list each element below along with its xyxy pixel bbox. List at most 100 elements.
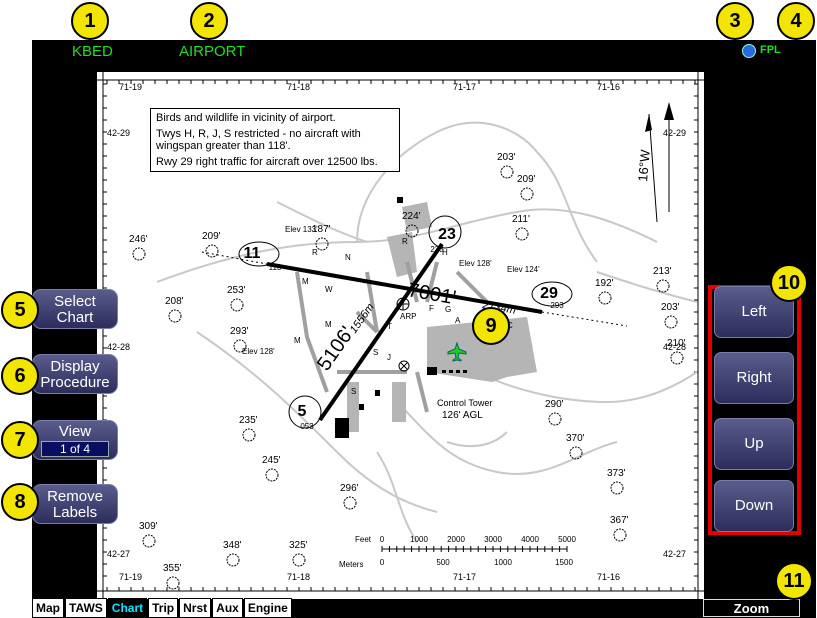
taxiway-letter: S xyxy=(351,387,356,396)
scale-feet-label: Feet xyxy=(355,535,372,544)
runway-end-label: 23 xyxy=(438,226,456,243)
runway-end-label: 11 xyxy=(244,245,261,262)
lon-label-top: 71-18 xyxy=(287,82,310,92)
obstacle-elevation: 213' xyxy=(653,266,672,277)
tab-chart[interactable]: Chart xyxy=(107,598,148,618)
select-chart-button[interactable]: Select Chart xyxy=(32,289,118,329)
elevation-label: Elev 124' xyxy=(507,265,540,274)
tree-icon xyxy=(598,291,612,305)
tab-aux[interactable]: Aux xyxy=(212,598,243,618)
scale-meter-tick: 0 xyxy=(380,558,385,567)
button-label: Procedure xyxy=(40,374,110,391)
obstacle-elevation: 355' xyxy=(163,563,182,574)
scale-meter-tick: 1500 xyxy=(555,558,573,567)
airport-identifier: KBED xyxy=(72,43,113,60)
view-button[interactable]: View 1 of 4 xyxy=(32,420,118,460)
fpl-indicator: FPL xyxy=(760,44,781,56)
obstacle-elevation: 367' xyxy=(610,515,629,526)
taxiway-letter: H xyxy=(442,248,448,257)
tree-icon xyxy=(168,309,182,323)
scale-meter-tick: 1000 xyxy=(494,558,512,567)
taxiway-letter: J xyxy=(387,353,391,362)
note-text: Birds and wildlife in vicinity of airpor… xyxy=(156,112,336,124)
tree-icon xyxy=(233,339,247,353)
control-tower-icon xyxy=(398,360,410,372)
tab-nrst[interactable]: Nrst xyxy=(179,598,212,618)
obstacle-elevation: 192' xyxy=(595,278,614,289)
tab-taws[interactable]: TAWS xyxy=(65,598,107,618)
callout-badge: 10 xyxy=(770,264,808,302)
obstacle-elevation: 348' xyxy=(223,540,242,551)
callout-badge: 1 xyxy=(71,2,109,40)
scale-meter-tick: 500 xyxy=(436,558,450,567)
lon-label-top: 71-19 xyxy=(119,82,142,92)
obstacle-elevation: 245' xyxy=(262,455,281,466)
scale-feet-tick: 0 xyxy=(380,535,385,544)
tree-icon xyxy=(166,576,180,590)
runway-end-label: 29 xyxy=(540,285,558,302)
note-text: Rwy 29 right traffic for aircraft over 1… xyxy=(156,156,378,168)
scale-feet-tick: 2000 xyxy=(447,535,465,544)
pan-right-button[interactable]: Right xyxy=(714,352,794,404)
control-tower-height: 126' AGL xyxy=(442,410,483,421)
control-tower-label: Control Tower xyxy=(437,398,492,408)
obstacle-elevation: 209' xyxy=(517,174,536,185)
runway-length-meters: 1556m xyxy=(348,301,377,335)
lat-label-left: 42-27 xyxy=(107,549,130,559)
obstacle-elevation: 370' xyxy=(566,433,585,444)
obstacle-elevation: 187' xyxy=(312,224,331,235)
remove-labels-button[interactable]: Remove Labels xyxy=(32,484,118,524)
tab-trip[interactable]: Trip xyxy=(148,598,179,618)
display-procedure-button[interactable]: Display Procedure xyxy=(32,354,118,394)
taxiway-letter: N xyxy=(345,253,351,262)
taxiway-letter: M xyxy=(325,320,332,329)
elevation-label: Elev 128' xyxy=(459,259,492,268)
tab-engine[interactable]: Engine xyxy=(243,598,292,618)
arp-icon xyxy=(396,297,410,311)
scale-feet-tick: 4000 xyxy=(521,535,539,544)
callout-badge: 11 xyxy=(775,562,813,600)
obstacle-elevation: 325' xyxy=(289,540,308,551)
taxiway-letter: R xyxy=(402,237,408,246)
taxiway-letter: ARP xyxy=(400,312,416,321)
obstacle-elevation: 290' xyxy=(545,399,564,410)
tree-icon xyxy=(613,528,627,542)
callout-badge: 7 xyxy=(1,421,39,459)
scale-feet-tick: 5000 xyxy=(558,535,576,544)
tree-icon xyxy=(656,279,670,293)
obstacle-elevation: 211' xyxy=(512,214,530,225)
button-label: Remove xyxy=(47,488,103,505)
pan-down-button[interactable]: Down xyxy=(714,480,794,532)
lon-label-bottom: 71-18 xyxy=(287,572,310,582)
page-title: AIRPORT xyxy=(179,43,246,60)
button-label: Chart xyxy=(56,309,94,326)
lon-label-top: 71-16 xyxy=(597,82,620,92)
callout-badge: 8 xyxy=(1,483,39,521)
elevation-label: Elev 128' xyxy=(242,347,275,356)
taxiway-letter: G xyxy=(445,305,451,314)
taxiway-letter: W xyxy=(325,285,333,294)
lon-label-bottom: 71-19 xyxy=(119,572,142,582)
tree-icon xyxy=(548,412,562,426)
globe-icon xyxy=(742,44,756,58)
scale-feet-tick: 1000 xyxy=(410,535,428,544)
tree-icon xyxy=(520,187,534,201)
runway-mag-heading: 113 xyxy=(269,263,282,272)
tree-icon xyxy=(230,298,244,312)
callout-badge: 4 xyxy=(777,2,815,40)
tree-icon xyxy=(292,553,306,567)
airport-notes: Birds and wildlife in vicinity of airpor… xyxy=(150,108,400,172)
callout-badge: 6 xyxy=(1,357,39,395)
tab-map[interactable]: Map xyxy=(32,598,64,618)
taxiway-letter: M xyxy=(302,277,309,286)
lon-label-top: 71-17 xyxy=(453,82,476,92)
tree-icon xyxy=(226,553,240,567)
pan-up-button[interactable]: Up xyxy=(714,418,794,470)
zoom-button[interactable]: Zoom xyxy=(703,599,800,617)
taxiway-letter: A xyxy=(455,316,461,325)
taxiway-letter: M xyxy=(294,336,301,345)
lat-label-left: 42-28 xyxy=(107,342,130,352)
page-tab-bar: Map TAWS Chart Trip Nrst Aux Engine xyxy=(32,598,293,618)
obstacle-elevation: 235' xyxy=(239,415,258,426)
tree-icon xyxy=(265,468,279,482)
